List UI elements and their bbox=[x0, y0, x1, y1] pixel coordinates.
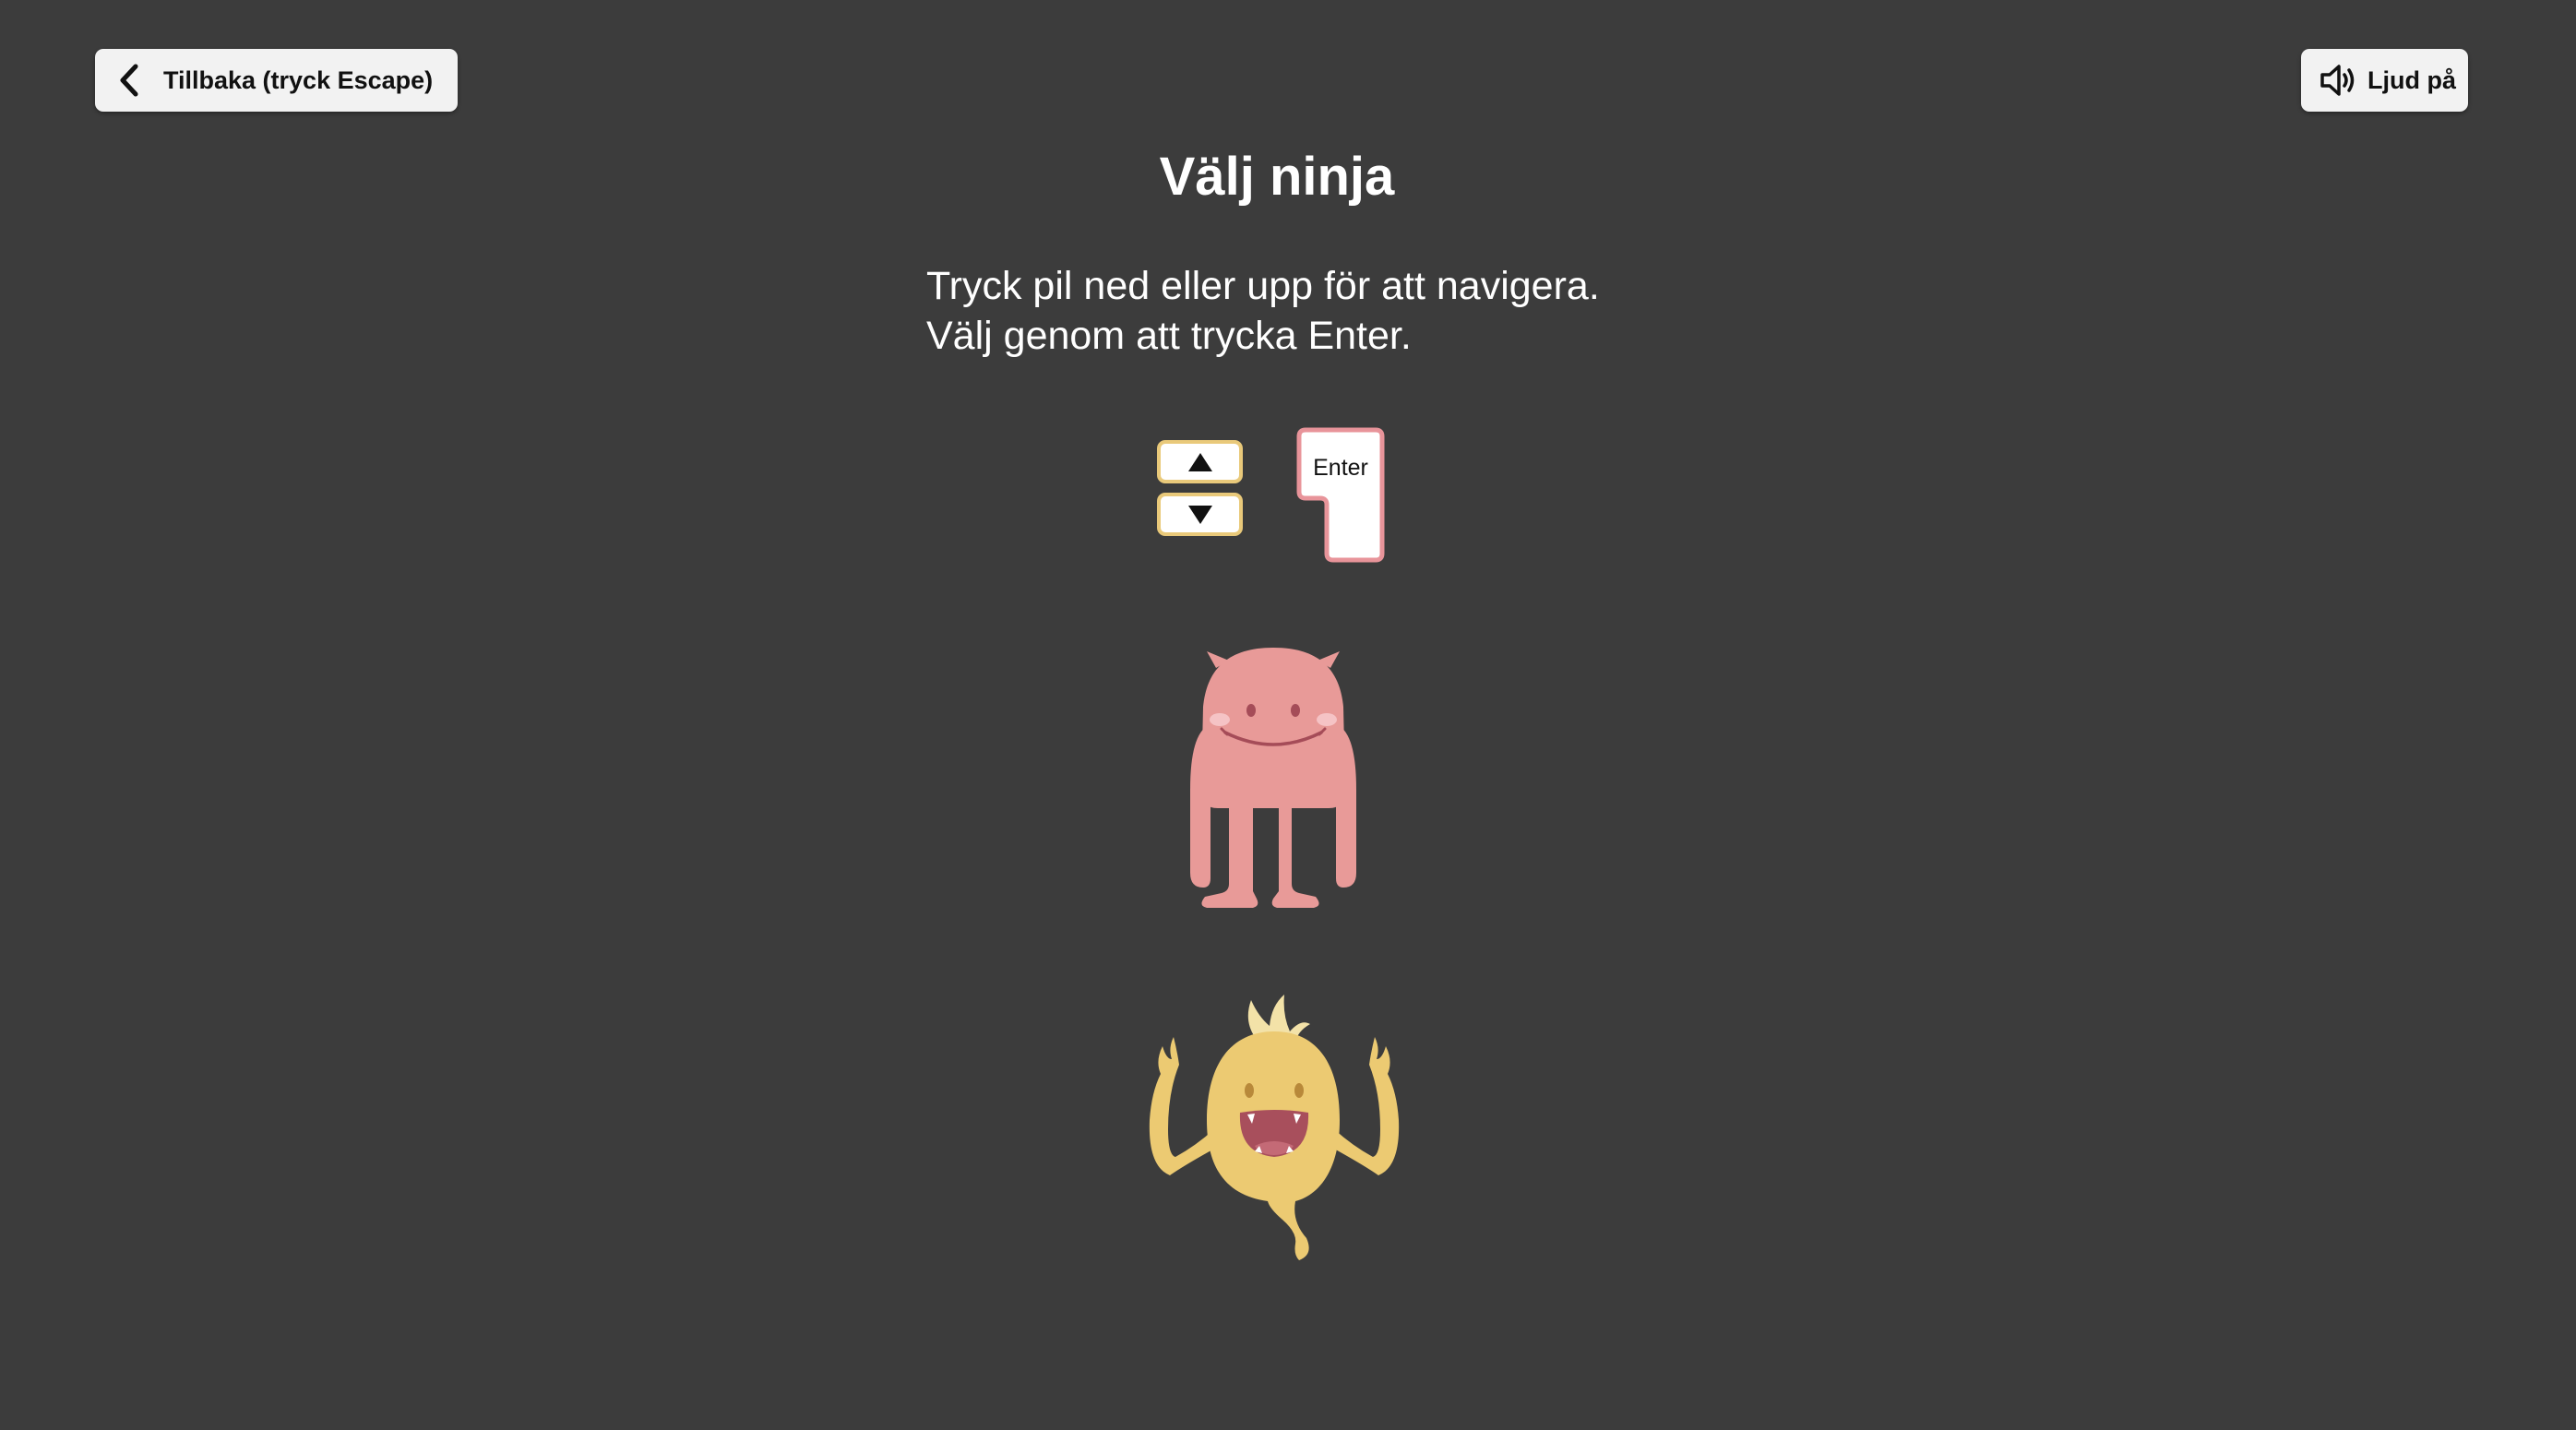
enter-key[interactable]: Enter bbox=[1296, 427, 1385, 563]
instruction-line-navigate: Tryck pil ned eller upp för att navigera… bbox=[926, 264, 1600, 308]
arrow-down-icon bbox=[1187, 505, 1212, 524]
enter-key-label: Enter bbox=[1313, 455, 1368, 481]
ninja-option-pink-monster[interactable] bbox=[1181, 642, 1366, 915]
arrow-up-icon bbox=[1187, 452, 1212, 471]
arrow-up-key[interactable] bbox=[1157, 440, 1243, 483]
sound-toggle-button[interactable]: Ljud på bbox=[2301, 49, 2468, 112]
instruction-line-select: Välj genom att trycka Enter. bbox=[926, 314, 1412, 358]
enter-key-shape bbox=[1296, 427, 1385, 563]
back-button-label: Tillbaka (tryck Escape) bbox=[163, 66, 434, 94]
ninja-option-yellow-monster[interactable] bbox=[1140, 991, 1408, 1264]
key-hints: Enter bbox=[1153, 427, 1393, 566]
pink-monster-illustration bbox=[1190, 648, 1356, 908]
back-button[interactable]: Tillbaka (tryck Escape) bbox=[95, 49, 458, 112]
page-title: Välj ninja bbox=[1159, 147, 1395, 207]
chevron-left-icon bbox=[113, 62, 145, 99]
speaker-icon bbox=[2320, 62, 2358, 99]
yellow-monster-illustration bbox=[1149, 995, 1400, 1260]
instructions: Tryck pil ned eller upp för att navigera… bbox=[926, 261, 1600, 361]
arrow-down-key[interactable] bbox=[1157, 493, 1243, 536]
sound-button-label: Ljud på bbox=[2367, 66, 2456, 94]
